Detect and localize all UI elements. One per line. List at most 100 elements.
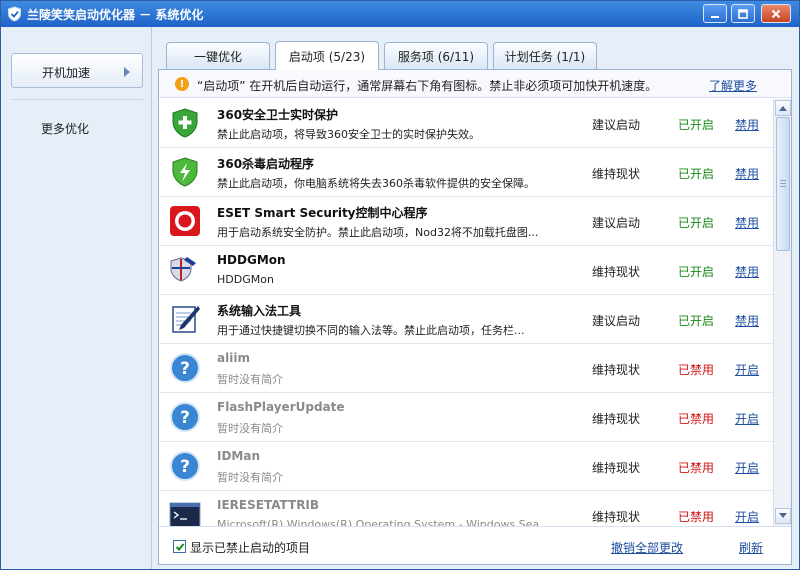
vertical-scrollbar[interactable] [773,99,791,526]
tab-startup-items[interactable]: 启动项 (5/23) [275,41,379,70]
hdd-guard-icon [170,257,196,282]
item-name: 360安全卫士实时保护 [217,108,339,122]
notice-text: “启动项” 在开机后自动运行，通常屏幕右下角有图标。禁止非必须项可加快开机速度。 [197,79,658,93]
tab-one-click-optimize[interactable]: 一键优化 [166,42,270,69]
grip-line [780,180,786,181]
show-disabled-checkbox[interactable] [173,540,186,553]
pen-notepad-icon [172,306,200,333]
item-name: aliim [217,351,250,365]
item-description: 暂时没有简介 [217,422,283,435]
status-badge: 已开启 [678,118,715,132]
show-disabled-label[interactable]: 显示已禁止启动的项目 [190,539,310,556]
disable-link[interactable]: 禁用 [735,263,759,280]
startup-panel: ! “启动项” 在开机后自动运行，通常屏幕右下角有图标。禁止非必须项可加快开机速… [158,69,792,565]
svg-text:?: ? [180,457,190,477]
item-name: 360杀毒启动程序 [217,157,315,171]
shield-bolt-icon [172,157,198,187]
status-badge: 已禁用 [678,510,715,524]
sidebar-item-boot-speedup[interactable]: 开机加速 [11,53,143,88]
item-suggestion: 维持现状 [592,510,641,524]
item-description: 暂时没有简介 [217,471,283,484]
enable-link[interactable]: 开启 [735,361,759,378]
grip-line [780,186,786,187]
item-suggestion: 维持现状 [592,167,641,181]
close-button[interactable] [761,4,791,23]
svg-text:?: ? [180,408,190,428]
item-name: HDDGMon [217,253,286,267]
status-badge: 已禁用 [678,412,715,426]
table-row: HDDGMon HDDGMon 维持现状 已开启 禁用 [159,246,773,295]
enable-link[interactable]: 开启 [735,410,759,427]
enable-link[interactable]: 开启 [735,508,759,525]
status-badge: 已开启 [678,216,715,230]
question-icon: ? [170,451,200,481]
tab-services[interactable]: 服务项 (6/11) [384,42,488,69]
scroll-thumb[interactable] [776,117,790,251]
status-badge: 已禁用 [678,461,715,475]
chevron-up-icon [779,106,787,111]
item-description: 禁止此启动项，将导致360安全卫士的实时保护失效。 [217,128,480,141]
sidebar: 开机加速 更多优化 [1,27,152,569]
tab-scheduled-tasks[interactable]: 计划任务 (1/1) [493,42,597,69]
item-suggestion: 维持现状 [592,461,641,475]
question-icon: ? [170,402,200,432]
minimize-button[interactable] [703,4,727,23]
main-content: 一键优化 启动项 (5/23) 服务项 (6/11) 计划任务 (1/1) ! … [152,27,799,569]
grip-line [780,183,786,184]
item-suggestion: 维持现状 [592,412,641,426]
shield-plus-icon [172,108,198,138]
table-row: IERESETATTRIB Microsoft(R) Windows(R) Op… [159,491,773,526]
table-row: 系统输入法工具 用于通过快捷键切换不同的输入法等。禁止此启动项，任务栏... 建… [159,295,773,344]
status-badge: 已开启 [678,167,715,181]
refresh-link[interactable]: 刷新 [739,539,763,556]
enable-link[interactable]: 开启 [735,459,759,476]
table-row: ? aliim 暂时没有简介 维持现状 已禁用 开启 [159,344,773,393]
item-name: IERESETATTRIB [217,498,320,512]
minimize-icon [711,15,719,18]
sidebar-item-label: 开机加速 [42,66,91,80]
title-bar[interactable]: 兰陵笑笑启动优化器 － 系统优化 [1,1,799,27]
startup-list: 360安全卫士实时保护 禁止此启动项，将导致360安全卫士的实时保护失效。 建议… [159,99,773,526]
item-name: ESET Smart Security控制中心程序 [217,206,428,220]
warning-icon: ! [175,77,189,91]
item-description: 禁止此启动项，你电脑系统将失去360杀毒软件提供的安全保障。 [217,177,535,190]
checkmark-icon [175,542,184,551]
sidebar-divider [11,99,143,100]
shield-app-icon [8,6,21,22]
disable-link[interactable]: 禁用 [735,312,759,329]
status-badge: 已禁用 [678,363,715,377]
undo-all-changes-link[interactable]: 撤销全部更改 [611,539,683,556]
item-suggestion: 建议启动 [592,216,641,230]
maximize-icon [738,8,748,19]
status-badge: 已开启 [678,314,715,328]
window-title: 兰陵笑笑启动优化器 － 系统优化 [27,8,204,22]
learn-more-link[interactable]: 了解更多 [709,77,757,94]
item-name: IDMan [217,449,261,463]
item-suggestion: 建议启动 [592,314,641,328]
main-window: 兰陵笑笑启动优化器 － 系统优化 开机加速 更多优化 一键优化 启动项 (5/2… [0,0,800,570]
disable-link[interactable]: 禁用 [735,165,759,182]
eset-eye-icon [170,206,200,236]
info-notice: ! “启动项” 在开机后自动运行，通常屏幕右下角有图标。禁止非必须项可加快开机速… [159,70,791,98]
scroll-up-button[interactable] [775,100,791,116]
item-description: 用于通过快捷键切换不同的输入法等。禁止此启动项，任务栏... [217,324,525,337]
item-suggestion: 建议启动 [592,118,641,132]
maximize-button[interactable] [731,4,755,23]
item-suggestion: 维持现状 [592,363,641,377]
table-row: ESET Smart Security控制中心程序 用于启动系统安全防护。禁止此… [159,197,773,246]
scroll-down-button[interactable] [775,508,791,524]
item-description: 暂时没有简介 [217,373,283,386]
item-description: Microsoft(R) Windows(R) Operating System… [217,518,550,526]
table-row: ? FlashPlayerUpdate 暂时没有简介 维持现状 已禁用 开启 [159,393,773,442]
disable-link[interactable]: 禁用 [735,116,759,133]
chevron-right-icon [124,67,130,77]
disable-link[interactable]: 禁用 [735,214,759,231]
table-row: 360安全卫士实时保护 禁止此启动项，将导致360安全卫士的实时保护失效。 建议… [159,99,773,148]
table-row: 360杀毒启动程序 禁止此启动项，你电脑系统将失去360杀毒软件提供的安全保障。… [159,148,773,197]
console-icon [169,502,201,526]
sidebar-item-more-optimization[interactable]: 更多优化 [41,120,89,137]
item-suggestion: 维持现状 [592,265,641,279]
question-icon: ? [170,353,200,383]
item-name: 系统输入法工具 [217,304,302,318]
table-row: ? IDMan 暂时没有简介 维持现状 已禁用 开启 [159,442,773,491]
